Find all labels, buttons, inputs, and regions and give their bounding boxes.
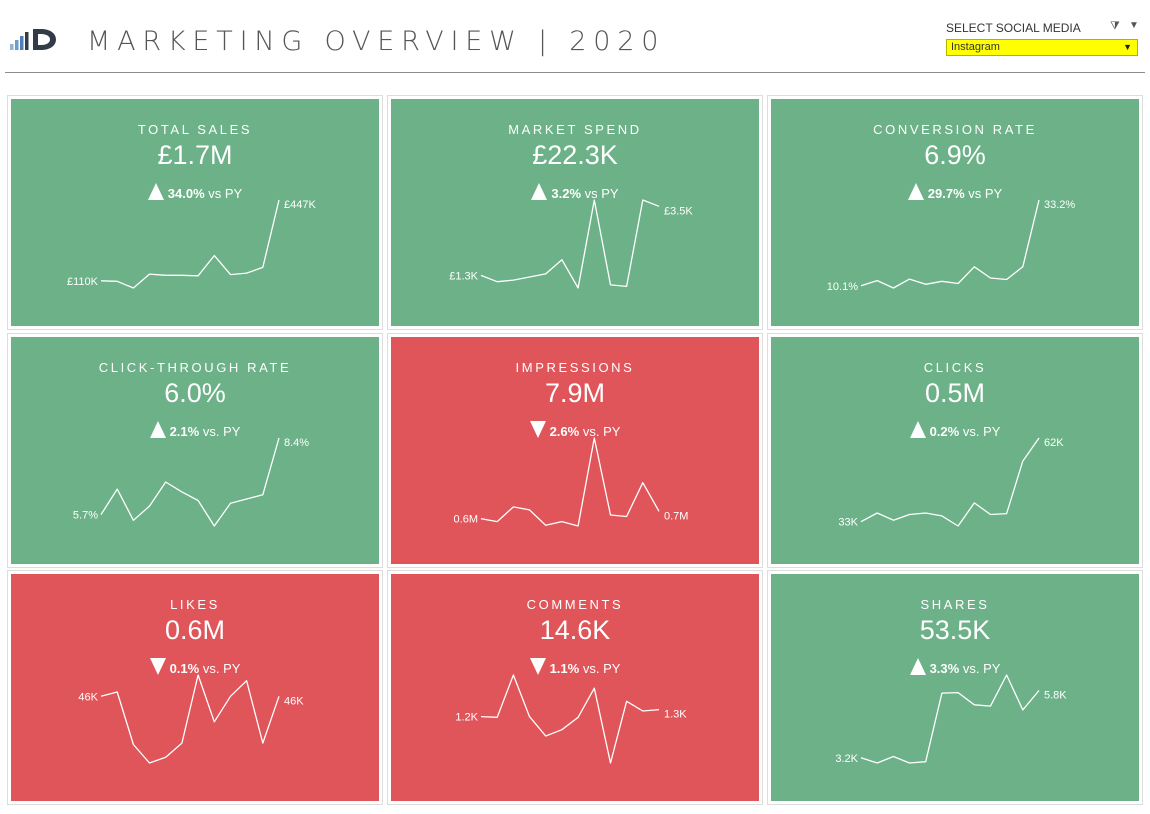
kpi-card-impressions[interactable]: IMPRESSIONS 7.9M 2.6% vs. PY 0.6M 0.7M bbox=[391, 337, 759, 564]
sparkline-chart: 33K 62K bbox=[838, 437, 1064, 529]
kpi-card-comments[interactable]: COMMENTS 14.6K 1.1% vs. PY 1.2K 1.3K bbox=[391, 574, 759, 801]
kpi-cell: CLICKS 0.5M 0.2% vs. PY 33K 62K bbox=[767, 333, 1143, 568]
sparkline-start-label: £110K bbox=[67, 276, 99, 288]
kpi-card-likes[interactable]: LIKES 0.6M 0.1% vs. PY 46K 46K bbox=[11, 574, 379, 801]
sparkline-start-label: 33K bbox=[838, 517, 858, 529]
kpi-card-click-through-rate[interactable]: CLICK-THROUGH RATE 6.0% 2.1% vs. PY 5.7% 8.4… bbox=[11, 337, 379, 564]
social-media-select[interactable]: Instagram ▼ bbox=[946, 39, 1138, 56]
filter-label: SELECT SOCIAL MEDIA bbox=[946, 21, 1081, 35]
company-logo-icon bbox=[10, 29, 56, 50]
sparkline-end-label: £447K bbox=[284, 199, 316, 211]
sparkline-end-label: 62K bbox=[1044, 437, 1064, 449]
kpi-cell: SHARES 53.5K 3.3% vs. PY 3.2K 5.8K bbox=[767, 570, 1143, 805]
filter-clear-icon[interactable]: ⧩ bbox=[1110, 20, 1120, 33]
sparkline-end-label: £3.5K bbox=[664, 205, 693, 217]
sparkline-chart: 5.7% 8.4% bbox=[73, 437, 309, 527]
chevron-down-icon: ▼ bbox=[1123, 42, 1132, 52]
sparkline-series bbox=[100, 437, 280, 527]
sparkline-series bbox=[100, 199, 280, 289]
sparkline-end-label: 8.4% bbox=[284, 437, 309, 449]
sparkline-series bbox=[860, 199, 1040, 289]
sparkline-series bbox=[480, 674, 660, 764]
sparkline-chart: 0.6M 0.7M bbox=[454, 437, 688, 527]
kpi-card-shares[interactable]: SHARES 53.5K 3.3% vs. PY 3.2K 5.8K bbox=[771, 574, 1139, 801]
sparkline-series bbox=[860, 674, 1040, 764]
sparkline-end-label: 1.3K bbox=[664, 709, 687, 721]
sparkline-start-label: £1.3K bbox=[449, 270, 478, 282]
kpi-cell: LIKES 0.6M 0.1% vs. PY 46K 46K bbox=[7, 570, 383, 805]
page-title: MARKETING OVERVIEW | 2020 bbox=[87, 26, 666, 57]
sparkline-chart: £110K £447K bbox=[67, 199, 316, 289]
sparkline-start-label: 1.2K bbox=[455, 712, 478, 724]
kpi-cell: COMMENTS 14.6K 1.1% vs. PY 1.2K 1.3K bbox=[387, 570, 763, 805]
sparkline-chart: 10.1% 33.2% bbox=[827, 199, 1076, 293]
kpi-card-total-sales[interactable]: TOTAL SALES £1.7M 34.0% vs PY £110K £447K bbox=[11, 99, 379, 326]
kpi-grid: TOTAL SALES £1.7M 34.0% vs PY £110K £447K MAR… bbox=[7, 95, 1143, 805]
kpi-cell: IMPRESSIONS 7.9M 2.6% vs. PY 0.6M 0.7M bbox=[387, 333, 763, 568]
sparkline-series bbox=[480, 199, 660, 289]
sparkline-start-label: 10.1% bbox=[827, 281, 858, 293]
kpi-cell: TOTAL SALES £1.7M 34.0% vs PY £110K £447K bbox=[7, 95, 383, 330]
social-media-select-value: Instagram bbox=[951, 41, 1000, 53]
header-divider bbox=[5, 72, 1145, 73]
kpi-cell: CLICK-THROUGH RATE 6.0% 2.1% vs. PY 5.7% 8.4… bbox=[7, 333, 383, 568]
sparkline-chart: £1.3K £3.5K bbox=[449, 199, 693, 289]
sparkline-series bbox=[480, 437, 660, 527]
kpi-card-clicks[interactable]: CLICKS 0.5M 0.2% vs. PY 33K 62K bbox=[771, 337, 1139, 564]
kpi-card-market-spend[interactable]: MARKET SPEND £22.3K 3.2% vs PY £1.3K £3.5K bbox=[391, 99, 759, 326]
sparkline-end-label: 46K bbox=[284, 695, 304, 707]
sparkline-series bbox=[100, 674, 280, 764]
dropdown-menu-icon[interactable]: ▼ bbox=[1129, 20, 1139, 31]
sparkline-start-label: 5.7% bbox=[73, 510, 98, 522]
sparkline-end-label: 33.2% bbox=[1044, 199, 1075, 211]
kpi-card-conversion-rate[interactable]: CONVERSION RATE 6.9% 29.7% vs PY 10.1% 33.2% bbox=[771, 99, 1139, 326]
sparkline-start-label: 0.6M bbox=[454, 514, 478, 526]
sparkline-chart: 1.2K 1.3K bbox=[455, 674, 687, 764]
kpi-cell: CONVERSION RATE 6.9% 29.7% vs PY 10.1% 33.2% bbox=[767, 95, 1143, 330]
sparkline-chart: 3.2K 5.8K bbox=[835, 674, 1067, 765]
sparkline-chart: 46K 46K bbox=[78, 674, 304, 764]
sparkline-start-label: 3.2K bbox=[835, 753, 858, 765]
sparkline-start-label: 46K bbox=[78, 691, 98, 703]
sparkline-end-label: 5.8K bbox=[1044, 690, 1067, 702]
kpi-cell: MARKET SPEND £22.3K 3.2% vs PY £1.3K £3.5K bbox=[387, 95, 763, 330]
sparkline-series bbox=[860, 437, 1040, 527]
sparkline-end-label: 0.7M bbox=[664, 510, 688, 522]
